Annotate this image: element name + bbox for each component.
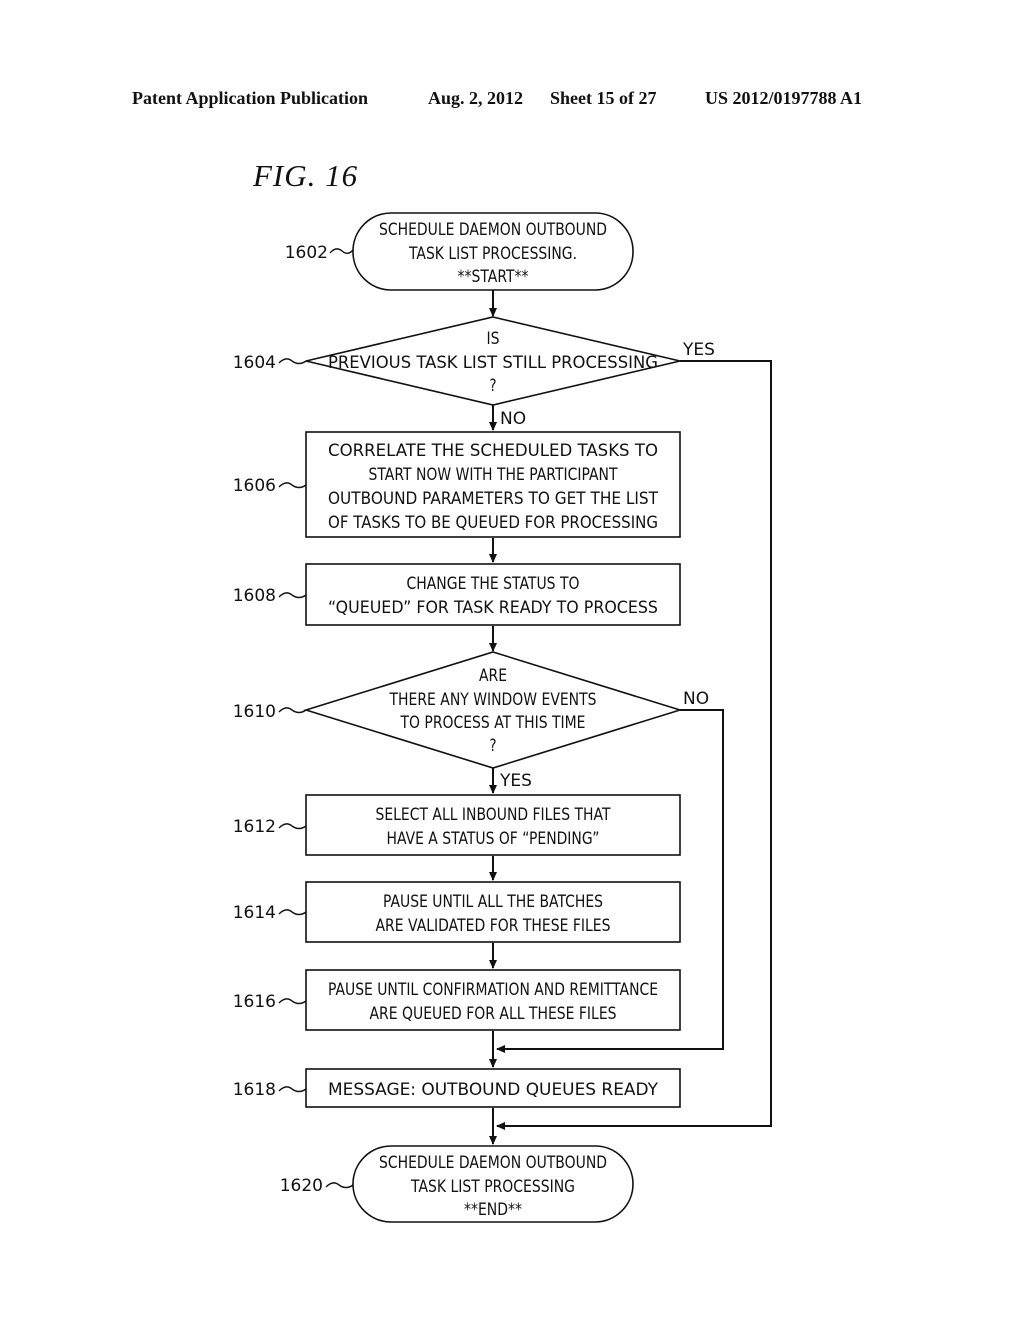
ref-squiggle-1616 [278,998,307,1005]
ref-1620: 1620 [280,1176,323,1196]
svg-text:TO PROCESS AT THIS TIME: TO PROCESS AT THIS TIME [400,713,586,733]
node-1616-process: PAUSE UNTIL CONFIRMATION AND REMITTANCE … [305,969,681,1031]
svg-text:**END**: **END** [464,1200,522,1220]
edge-label-1610-no: NO [683,689,709,709]
svg-text:TASK LIST PROCESSING.: TASK LIST PROCESSING. [408,244,577,264]
ref-1602: 1602 [285,243,328,263]
ref-squiggle-1612 [278,823,307,830]
edge-label-1604-yes: YES [682,340,715,360]
node-1606-process: CORRELATE THE SCHEDULED TASKS TO START N… [305,431,681,538]
node-1602-start: SCHEDULE DAEMON OUTBOUND TASK LIST PROCE… [352,212,634,291]
ref-1608: 1608 [233,586,276,606]
ref-squiggle-1602 [329,248,354,254]
ref-squiggle-1610 [278,707,307,714]
ref-1616: 1616 [233,992,276,1012]
node-1614-process: PAUSE UNTIL ALL THE BATCHES ARE VALIDATE… [305,881,681,943]
svg-text:SCHEDULE DAEMON OUTBOUND: SCHEDULE DAEMON OUTBOUND [379,220,607,240]
svg-text:?: ? [490,376,497,396]
flowchart: YES NO NO YES SCHEDULE DAEMON OUTBOUND T… [233,212,772,1223]
node-1608-process: CHANGE THE STATUS TO “QUEUED” FOR TASK R… [305,563,681,626]
svg-text:ARE VALIDATED FOR THESE FILES: ARE VALIDATED FOR THESE FILES [376,916,611,936]
node-1620-end: SCHEDULE DAEMON OUTBOUND TASK LIST PROCE… [352,1145,634,1223]
ref-squiggle-1608 [278,592,307,599]
ref-squiggle-1618 [278,1086,307,1093]
ref-squiggle-1620 [325,1182,354,1189]
node-1618-process: MESSAGE: OUTBOUND QUEUES READY [305,1068,681,1108]
svg-text:?: ? [490,736,497,756]
ref-1614: 1614 [233,903,276,923]
ref-squiggle-1614 [278,909,307,916]
svg-text:IS: IS [487,329,500,349]
ref-1610: 1610 [233,702,276,722]
svg-text:MESSAGE: OUTBOUND QUEUES READY: MESSAGE: OUTBOUND QUEUES READY [328,1080,659,1100]
ref-1612: 1612 [233,817,276,837]
svg-text:CHANGE THE STATUS TO: CHANGE THE STATUS TO [407,574,580,594]
svg-text:“QUEUED” FOR TASK READY TO PRO: “QUEUED” FOR TASK READY TO PROCESS [328,598,658,618]
svg-text:ARE: ARE [479,666,507,686]
ref-squiggle-1606 [278,482,307,489]
ref-1618: 1618 [233,1080,276,1100]
node-1610-decision: ARE THERE ANY WINDOW EVENTS TO PROCESS A… [303,651,683,769]
ref-1604: 1604 [233,353,276,373]
svg-text:START NOW WITH THE PARTICIPANT: START NOW WITH THE PARTICIPANT [369,465,618,485]
edge-label-1610-yes: YES [499,771,532,791]
svg-text:OUTBOUND PARAMETERS TO GET THE: OUTBOUND PARAMETERS TO GET THE LIST [328,489,659,509]
svg-text:TASK LIST PROCESSING: TASK LIST PROCESSING [410,1177,575,1197]
svg-text:SCHEDULE DAEMON OUTBOUND: SCHEDULE DAEMON OUTBOUND [379,1153,607,1173]
svg-text:HAVE A STATUS OF “PENDING”: HAVE A STATUS OF “PENDING” [387,829,600,849]
edge-label-1604-no: NO [500,409,526,429]
svg-text:**START**: **START** [458,267,529,287]
svg-text:PREVIOUS TASK LIST STILL PROCE: PREVIOUS TASK LIST STILL PROCESSING [328,353,658,373]
svg-text:OF TASKS TO BE QUEUED FOR PROC: OF TASKS TO BE QUEUED FOR PROCESSING [328,513,658,533]
svg-text:CORRELATE THE SCHEDULED TASKS: CORRELATE THE SCHEDULED TASKS TO [328,441,658,461]
svg-text:THERE ANY WINDOW EVENTS: THERE ANY WINDOW EVENTS [389,690,597,710]
svg-text:PAUSE UNTIL ALL THE BATCHES: PAUSE UNTIL ALL THE BATCHES [383,892,603,912]
node-1612-process: SELECT ALL INBOUND FILES THAT HAVE A STA… [305,794,681,856]
ref-1606: 1606 [233,476,276,496]
node-1604-decision: IS PREVIOUS TASK LIST STILL PROCESSING ? [305,316,681,406]
svg-text:PAUSE UNTIL CONFIRMATION AND R: PAUSE UNTIL CONFIRMATION AND REMITTANCE [328,980,658,1000]
svg-text:ARE QUEUED FOR ALL THESE FILES: ARE QUEUED FOR ALL THESE FILES [370,1004,617,1024]
ref-squiggle-1604 [278,358,307,365]
svg-text:SELECT ALL INBOUND FILES THAT: SELECT ALL INBOUND FILES THAT [376,805,611,825]
